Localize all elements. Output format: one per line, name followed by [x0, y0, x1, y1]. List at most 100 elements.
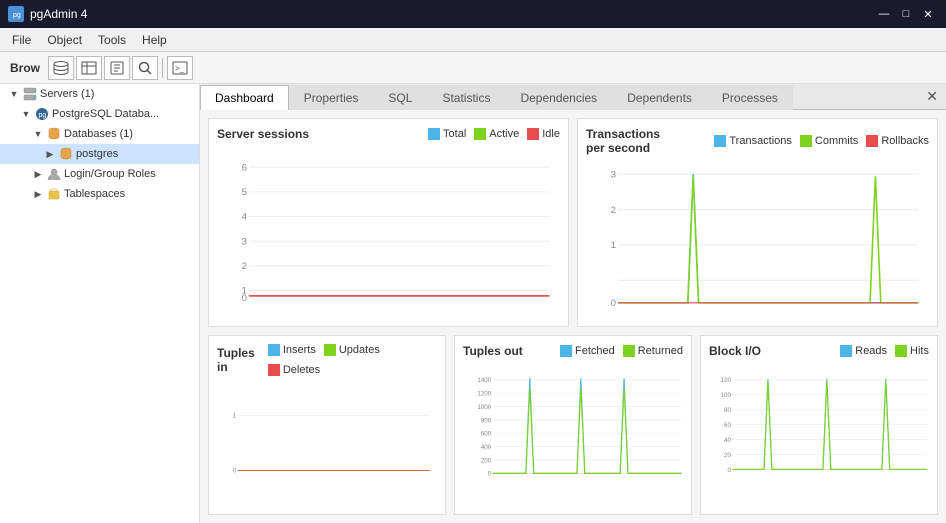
legend-idle-dot	[527, 128, 539, 140]
legend-deletes-label: Deletes	[283, 364, 320, 376]
legend-total-label: Total	[443, 128, 466, 140]
toolbar-btn-search[interactable]	[132, 56, 158, 80]
toolbar-label: Brow	[4, 59, 46, 77]
svg-text:>_: >_	[175, 64, 185, 73]
sidebar-item-databases[interactable]: ▼ Databases (1)	[0, 124, 199, 144]
servers-icon	[22, 86, 38, 102]
legend-reads: Reads	[840, 345, 887, 357]
legend-active-label: Active	[489, 128, 519, 140]
tuples-in-legend: Inserts Updates Deletes	[268, 344, 437, 376]
tab-statistics[interactable]: Statistics	[427, 85, 505, 110]
tab-dashboard[interactable]: Dashboard	[200, 85, 289, 110]
menu-object[interactable]: Object	[39, 31, 90, 49]
legend-hits: Hits	[895, 345, 929, 357]
sidebar-servers-label: Servers (1)	[40, 88, 94, 100]
transactions-panel: Transactionsper second Transactions Comm…	[577, 118, 938, 327]
legend-total-dot	[428, 128, 440, 140]
svg-text:40: 40	[724, 437, 731, 444]
tuples-out-panel: Tuples out Fetched Returned	[454, 335, 692, 515]
svg-text:120: 120	[721, 377, 732, 384]
legend-deletes: Deletes	[268, 364, 320, 376]
svg-text:4: 4	[242, 212, 248, 223]
maximize-button[interactable]: □	[896, 6, 916, 22]
svg-text:100: 100	[721, 392, 732, 399]
sidebar-item-servers[interactable]: ▼ Servers (1)	[0, 84, 199, 104]
svg-text:400: 400	[481, 444, 492, 451]
legend-commits-dot	[800, 135, 812, 147]
main-layout: Brow >_ ▼ Servers (1)	[0, 52, 946, 523]
legend-transactions: Transactions	[714, 135, 792, 147]
dashboard-content: Server sessions Total Active	[200, 110, 946, 523]
app-title: pgAdmin 4	[30, 7, 87, 21]
legend-rollbacks-dot	[866, 135, 878, 147]
sidebar-item-postgres-db[interactable]: ▶ postgres	[0, 144, 199, 164]
panel-close-button[interactable]: ✕	[918, 84, 946, 109]
toolbar-btn-db[interactable]	[48, 56, 74, 80]
databases-icon	[46, 126, 62, 142]
tab-dependents[interactable]: Dependents	[612, 85, 707, 110]
right-panel: Dashboard Properties SQL Statistics Depe…	[200, 84, 946, 523]
menu-help[interactable]: Help	[134, 31, 175, 49]
postgres-db-icon	[58, 146, 74, 162]
server-sessions-title: Server sessions	[217, 127, 309, 141]
legend-fetched-dot	[560, 345, 572, 357]
svg-text:6: 6	[242, 162, 247, 173]
svg-text:0: 0	[611, 298, 616, 309]
tab-processes[interactable]: Processes	[707, 85, 793, 110]
sidebar-roles-label: Login/Group Roles	[64, 168, 156, 180]
legend-returned-label: Returned	[638, 345, 683, 357]
svg-text:pg: pg	[39, 112, 47, 119]
tuples-out-title: Tuples out	[463, 344, 523, 358]
toolbar-btn-properties[interactable]	[104, 56, 130, 80]
legend-returned: Returned	[623, 345, 683, 357]
toolbar-btn-terminal[interactable]: >_	[167, 56, 193, 80]
legend-updates: Updates	[324, 344, 380, 356]
svg-text:20: 20	[724, 452, 731, 459]
close-button[interactable]: ✕	[918, 6, 938, 22]
title-bar: pg pgAdmin 4 — □ ✕	[0, 0, 946, 28]
minimize-button[interactable]: —	[874, 6, 894, 22]
postgresql-icon: pg	[34, 106, 50, 122]
transactions-svg: 3 2 1 0	[586, 159, 929, 318]
postgresql-arrow: ▼	[20, 109, 32, 119]
legend-returned-dot	[623, 345, 635, 357]
databases-arrow: ▼	[32, 129, 44, 139]
legend-fetched-label: Fetched	[575, 345, 615, 357]
legend-reads-label: Reads	[855, 345, 887, 357]
sidebar-databases-label: Databases (1)	[64, 128, 133, 140]
menu-file[interactable]: File	[4, 31, 39, 49]
window-controls[interactable]: — □ ✕	[874, 6, 938, 22]
block-io-legend: Reads Hits	[840, 345, 929, 357]
block-io-header: Block I/O Reads Hits	[709, 344, 929, 358]
roles-arrow: ▶	[32, 169, 44, 180]
toolbar-separator	[162, 58, 163, 78]
legend-rollbacks-label: Rollbacks	[881, 135, 929, 147]
svg-text:1000: 1000	[477, 404, 491, 411]
sidebar-item-postgresql[interactable]: ▼ pg PostgreSQL Databa...	[0, 104, 199, 124]
tab-dependencies[interactable]: Dependencies	[505, 85, 612, 110]
tuples-in-svg: 1 0	[217, 380, 437, 506]
tab-properties[interactable]: Properties	[289, 85, 374, 110]
svg-text:80: 80	[724, 407, 731, 414]
legend-deletes-dot	[268, 364, 280, 376]
sidebar-tablespaces-label: Tablespaces	[64, 188, 125, 200]
sidebar: ▼ Servers (1) ▼ pg PostgreSQL Databa... …	[0, 84, 200, 523]
block-io-title: Block I/O	[709, 344, 761, 358]
legend-inserts-label: Inserts	[283, 344, 316, 356]
server-sessions-legend: Total Active Idle	[428, 128, 560, 140]
transactions-title: Transactionsper second	[586, 127, 660, 155]
legend-active-dot	[474, 128, 486, 140]
server-sessions-chart-area: 6 5 4 3 2 1 0	[217, 145, 560, 318]
toolbar-btn-table[interactable]	[76, 56, 102, 80]
legend-rollbacks: Rollbacks	[866, 135, 929, 147]
transactions-header: Transactionsper second Transactions Comm…	[586, 127, 929, 155]
svg-text:2: 2	[611, 205, 616, 216]
servers-arrow: ▼	[8, 89, 20, 99]
sidebar-item-tablespaces[interactable]: ▶ Tablespaces	[0, 184, 199, 204]
legend-commits-label: Commits	[815, 135, 858, 147]
tab-sql[interactable]: SQL	[373, 85, 427, 110]
menu-tools[interactable]: Tools	[90, 31, 134, 49]
sidebar-item-roles[interactable]: ▶ Login/Group Roles	[0, 164, 199, 184]
svg-text:3: 3	[611, 169, 616, 180]
svg-text:60: 60	[724, 422, 731, 429]
